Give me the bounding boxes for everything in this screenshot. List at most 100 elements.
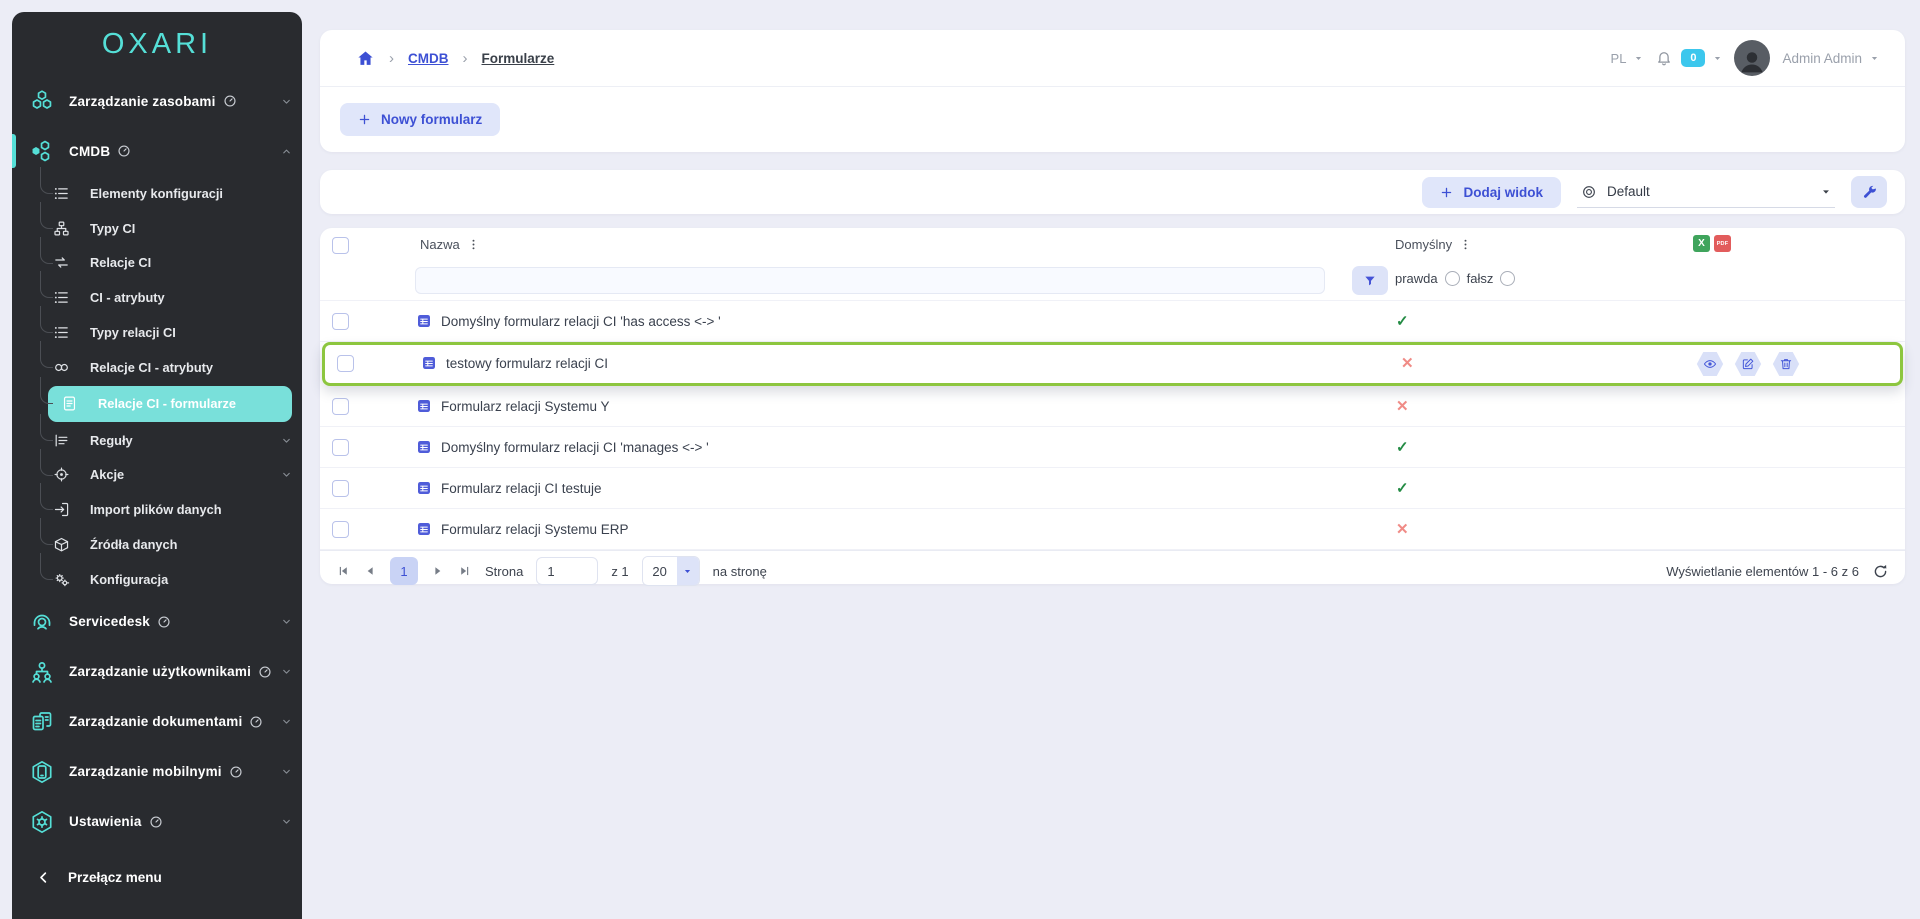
view-button[interactable] [1696, 351, 1724, 377]
row-checkbox[interactable] [332, 480, 349, 497]
sidebar-item-import-plikow-danych[interactable]: Import plików danych [12, 492, 302, 527]
sidebar-item-konfiguracja[interactable]: Konfiguracja [12, 562, 302, 597]
sidebar-item-ci-atrybuty[interactable]: CI - atrybuty [12, 280, 302, 315]
sidebar-item-label: Servicedesk [69, 614, 150, 629]
radio-false-label: fałsz [1467, 271, 1494, 286]
page-size-value: 20 [643, 557, 677, 585]
toggle-menu-label: Przełącz menu [68, 870, 162, 885]
documents-icon [30, 710, 54, 734]
refresh-icon[interactable] [1872, 563, 1889, 580]
sidebar-item-relacje-ci[interactable]: Relacje CI [12, 246, 302, 281]
filter-button[interactable] [1352, 266, 1388, 295]
select-all-checkbox[interactable] [332, 237, 349, 254]
sidebar-item-zarzadzanie-dokumentami[interactable]: Zarządzanie dokumentami [12, 697, 302, 747]
sidebar-item-zrod-a-danych[interactable]: Źródła danych [12, 527, 302, 562]
first-page-button[interactable] [336, 564, 350, 578]
user-menu[interactable]: Admin Admin [1782, 51, 1879, 66]
active-section-bar [12, 134, 16, 168]
home-icon[interactable] [356, 49, 375, 68]
sidebar-item-typy-relacji-ci[interactable]: Typy relacji CI [12, 315, 302, 350]
radio-true[interactable] [1445, 271, 1460, 286]
radio-false[interactable] [1500, 271, 1515, 286]
row-name[interactable]: testowy formularz relacji CI [446, 356, 608, 371]
row-checkbox[interactable] [337, 355, 354, 372]
sidebar-menu: Zarządzanie zasobamiCMDBElementy konfigu… [12, 76, 302, 847]
row-checkbox[interactable] [332, 521, 349, 538]
name-filter-input[interactable] [415, 267, 1325, 294]
sidebar-item-zarzadzanie-zasobami[interactable]: Zarządzanie zasobami [12, 76, 302, 126]
sidebar-item-relacje-ci-atrybuty[interactable]: Relacje CI - atrybuty [12, 350, 302, 385]
table-row[interactable]: Domyślny formularz relacji CI 'has acces… [320, 301, 1905, 342]
gauge-icon [117, 144, 131, 158]
chevron-down-icon [281, 469, 292, 480]
table-row[interactable]: testowy formularz relacji CI✕ [322, 342, 1903, 386]
new-form-button[interactable]: Nowy formularz [340, 103, 500, 136]
row-name[interactable]: Formularz relacji CI testuje [441, 481, 602, 496]
breadcrumb-separator: › [389, 50, 394, 67]
export-excel-icon[interactable]: X [1693, 235, 1710, 252]
table-row[interactable]: Formularz relacji CI testuje✓ [320, 468, 1905, 509]
row-checkbox[interactable] [332, 398, 349, 415]
settings-icon [30, 810, 54, 834]
user-name: Admin Admin [1782, 51, 1862, 66]
table-row[interactable]: Formularz relacji Systemu ERP✕ [320, 509, 1905, 550]
mobile-icon [30, 760, 54, 784]
view-selector[interactable]: Default [1577, 177, 1835, 208]
form-icon [421, 355, 437, 371]
last-page-button[interactable] [458, 564, 472, 578]
column-menu-icon[interactable] [1459, 238, 1472, 251]
row-checkbox[interactable] [332, 313, 349, 330]
export-pdf-icon[interactable]: PDF [1714, 235, 1731, 252]
next-page-button[interactable] [431, 564, 445, 578]
breadcrumb-cmdb[interactable]: CMDB [408, 51, 449, 66]
sidebar-item-typy-ci[interactable]: Typy CI [12, 211, 302, 246]
prev-page-button[interactable] [363, 564, 377, 578]
column-menu-icon[interactable] [467, 238, 480, 251]
row-checkbox[interactable] [332, 439, 349, 456]
items-summary: Wyświetlanie elementów 1 - 6 z 6 [1666, 564, 1859, 579]
page-size-select[interactable]: 20 [642, 556, 700, 586]
avatar[interactable] [1734, 40, 1770, 76]
table-row[interactable]: Formularz relacji Systemu Y ✕ [320, 386, 1905, 427]
chevron-down-icon [1713, 54, 1722, 63]
notifications-menu[interactable]: 0 [1655, 49, 1722, 67]
toggle-menu-button[interactable]: Przełącz menu [12, 853, 302, 903]
sidebar-item-regu-y[interactable]: Reguły [12, 423, 302, 458]
language-selector[interactable]: PL [1611, 51, 1644, 66]
breadcrumb-formularze[interactable]: Formularze [482, 51, 555, 66]
sidebar-item-label: CI - atrybuty [90, 290, 165, 305]
document-icon [61, 395, 78, 412]
row-name[interactable]: Domyślny formularz relacji CI 'manages <… [441, 440, 709, 455]
sidebar-item-servicedesk[interactable]: Servicedesk [12, 597, 302, 647]
pagination: 1 Strona z 1 20 na stronę Wyświetlanie e… [320, 550, 1905, 591]
sidebar-item-zarzadzanie-uzytkownikami[interactable]: Zarządzanie użytkownikami [12, 647, 302, 697]
view-settings-button[interactable] [1851, 176, 1887, 208]
sidebar-item-relacje-ci-formularze[interactable]: Relacje CI - formularze [48, 386, 292, 422]
sidebar-item-akcje[interactable]: Akcje [12, 458, 302, 493]
actions-row: Nowy formularz [320, 87, 1905, 151]
sidebar-item-cmdb[interactable]: CMDB [12, 126, 302, 176]
default-false-cross-icon: ✕ [1396, 397, 1409, 415]
sidebar-item-elementy-konfiguracji[interactable]: Elementy konfiguracji [12, 176, 302, 211]
new-form-label: Nowy formularz [381, 112, 482, 127]
table-row[interactable]: Domyślny formularz relacji CI 'manages <… [320, 427, 1905, 468]
row-name[interactable]: Formularz relacji Systemu Y [441, 399, 610, 414]
edit-button[interactable] [1734, 351, 1762, 377]
chevron-down-icon [281, 616, 292, 627]
sidebar-item-zarzadzanie-mobilnymi[interactable]: Zarządzanie mobilnymi [12, 747, 302, 797]
total-pages-label: z 1 [611, 564, 628, 579]
notification-badge: 0 [1681, 49, 1705, 67]
sidebar-item-ustawienia[interactable]: Ustawienia [12, 797, 302, 847]
chevron-down-icon [281, 96, 292, 107]
page-input[interactable] [536, 557, 598, 585]
view-selector-value: Default [1607, 184, 1811, 199]
import-icon [53, 501, 70, 518]
plus-icon [1440, 186, 1453, 199]
default-true-check-icon: ✓ [1396, 438, 1409, 456]
add-view-button[interactable]: Dodaj widok [1422, 177, 1561, 208]
page-1-button[interactable]: 1 [390, 557, 418, 585]
row-name[interactable]: Domyślny formularz relacji CI 'has acces… [441, 314, 721, 329]
delete-button[interactable] [1772, 351, 1800, 377]
chevron-down-icon [281, 435, 292, 446]
row-name[interactable]: Formularz relacji Systemu ERP [441, 522, 629, 537]
